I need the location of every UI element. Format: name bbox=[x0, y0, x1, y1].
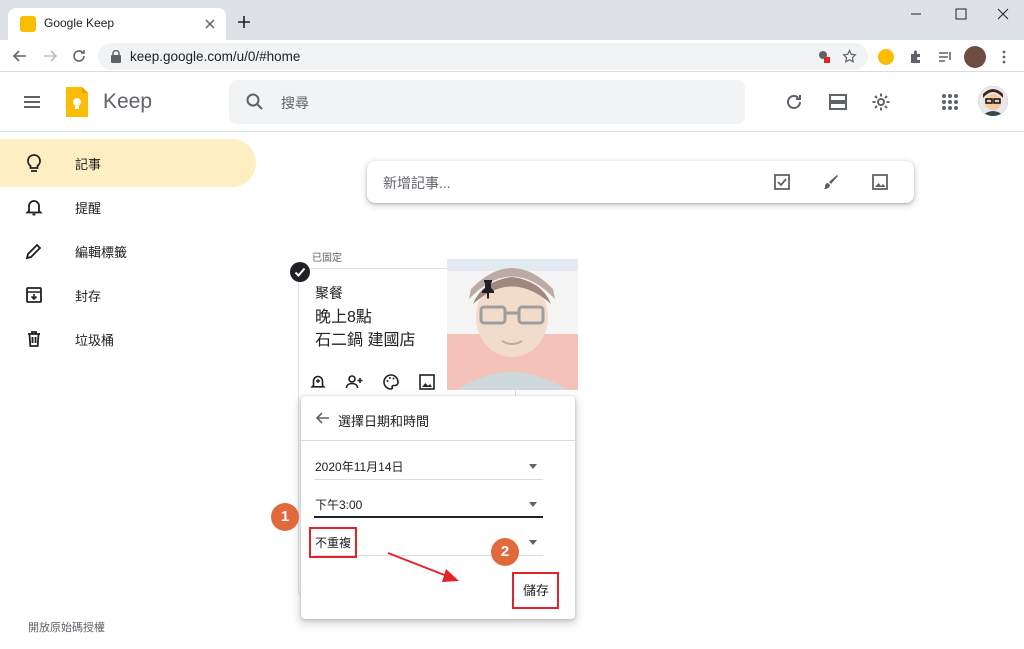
account-avatar[interactable] bbox=[978, 86, 1008, 116]
keep-logo-icon bbox=[66, 87, 88, 117]
trash-icon bbox=[28, 331, 40, 347]
main-menu-icon[interactable] bbox=[22, 94, 42, 110]
extensions-puzzle-icon[interactable] bbox=[908, 49, 924, 65]
browser-tabstrip: Google Keep bbox=[0, 0, 1024, 40]
note-body: 晚上8點 石二鍋 建國店 bbox=[315, 309, 416, 349]
annotation-arrow-icon bbox=[387, 552, 459, 582]
back-arrow-icon[interactable] bbox=[12, 48, 28, 64]
location-blocked-icon[interactable] bbox=[816, 49, 831, 64]
pin-icon[interactable] bbox=[480, 279, 496, 299]
sidebar-item-reminders[interactable]: 提醒 bbox=[0, 183, 256, 231]
media-queue-icon[interactable] bbox=[937, 49, 953, 65]
new-image-icon[interactable] bbox=[870, 172, 890, 192]
profile-avatar-icon[interactable] bbox=[964, 46, 986, 68]
maximize-icon[interactable] bbox=[953, 6, 969, 22]
browser-toolbar: keep.google.com/u/0/#home bbox=[0, 40, 1024, 72]
minimize-icon[interactable] bbox=[908, 6, 924, 22]
lightbulb-icon bbox=[27, 154, 41, 172]
highlight-box-save bbox=[512, 572, 559, 609]
sidebar-item-label: 垃圾桶 bbox=[75, 333, 115, 348]
time-select[interactable]: 下午3:00 bbox=[314, 492, 543, 518]
bell-icon bbox=[25, 200, 43, 216]
pinned-section-label: 已固定 bbox=[312, 253, 342, 264]
list-view-icon[interactable] bbox=[828, 92, 848, 112]
popup-divider bbox=[301, 440, 575, 441]
new-drawing-brush-icon[interactable] bbox=[821, 172, 841, 192]
window-close-icon[interactable] bbox=[995, 6, 1011, 22]
take-note-placeholder: 新增記事... bbox=[383, 175, 451, 191]
new-list-checkbox-icon[interactable] bbox=[772, 172, 792, 192]
date-select[interactable]: 2020年11月14日 bbox=[314, 454, 543, 480]
sidebar-item-notes[interactable]: 記事 bbox=[0, 139, 256, 187]
palette-icon[interactable] bbox=[382, 373, 400, 391]
popup-title: 選擇日期和時間 bbox=[338, 414, 430, 429]
keep-favicon-icon bbox=[20, 16, 36, 32]
forward-arrow-icon[interactable] bbox=[42, 48, 58, 64]
sidebar-item-trash[interactable]: 垃圾桶 bbox=[0, 315, 256, 363]
note-cover-cartoon-image bbox=[447, 259, 578, 390]
pencil-icon bbox=[25, 243, 42, 260]
lock-icon bbox=[111, 50, 121, 63]
step-badge-2: 2 bbox=[491, 538, 519, 566]
sidebar-item-label: 記事 bbox=[75, 157, 102, 172]
back-arrow-icon[interactable] bbox=[315, 410, 331, 426]
date-value: 2020年11月14日 bbox=[315, 460, 404, 474]
archive-icon bbox=[26, 287, 42, 303]
chevron-down-icon bbox=[529, 502, 537, 507]
take-note-bar[interactable]: 新增記事... bbox=[367, 161, 914, 203]
settings-gear-icon[interactable] bbox=[871, 92, 891, 112]
tab-title: Google Keep bbox=[44, 16, 115, 30]
note-title: 聚餐 bbox=[315, 285, 343, 301]
collaborator-icon[interactable] bbox=[345, 373, 363, 391]
browser-menu-icon[interactable] bbox=[996, 49, 1012, 65]
refresh-icon[interactable] bbox=[784, 92, 804, 112]
sidebar-item-label: 編輯標籤 bbox=[75, 245, 128, 260]
keep-header: Keep 搜尋 bbox=[0, 72, 1024, 132]
note-select-check-icon[interactable] bbox=[290, 262, 310, 282]
sidebar-item-edit-labels[interactable]: 編輯標籤 bbox=[0, 227, 256, 275]
search-box[interactable]: 搜尋 bbox=[229, 80, 745, 124]
address-bar[interactable]: keep.google.com/u/0/#home bbox=[98, 43, 868, 70]
sidebar-item-label: 提醒 bbox=[75, 201, 102, 216]
tab-close-icon[interactable] bbox=[202, 16, 218, 32]
reload-icon[interactable] bbox=[71, 48, 87, 64]
remind-me-icon[interactable] bbox=[309, 373, 327, 391]
sidebar-item-label: 封存 bbox=[75, 289, 102, 304]
app-title: Keep bbox=[103, 90, 153, 113]
chevron-down-icon bbox=[529, 464, 537, 469]
highlight-box-repeat bbox=[309, 527, 357, 558]
browser-tab[interactable]: Google Keep bbox=[8, 8, 226, 40]
time-value: 下午3:00 bbox=[315, 498, 363, 512]
apps-grid-icon[interactable] bbox=[940, 92, 960, 112]
bookmark-star-icon[interactable] bbox=[842, 49, 857, 64]
search-placeholder: 搜尋 bbox=[281, 95, 309, 111]
search-icon[interactable] bbox=[245, 92, 265, 112]
step-badge-1: 1 bbox=[271, 503, 299, 531]
extension-yellow-icon[interactable] bbox=[878, 49, 894, 65]
new-tab-icon[interactable] bbox=[236, 14, 252, 30]
url-text: keep.google.com/u/0/#home bbox=[130, 49, 301, 64]
open-source-license-link[interactable]: 開放原始碼授權 bbox=[28, 619, 105, 635]
chevron-down-icon bbox=[529, 540, 537, 545]
add-image-icon[interactable] bbox=[418, 373, 436, 391]
sidebar-item-archive[interactable]: 封存 bbox=[0, 271, 256, 319]
